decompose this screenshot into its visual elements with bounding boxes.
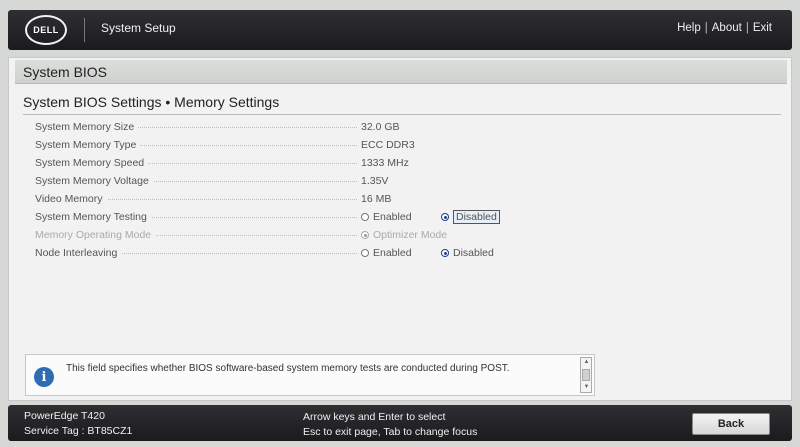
setting-label: Node Interleaving [35, 247, 122, 259]
setting-row-memory-speed: System Memory Speed 1333 MHz [35, 154, 775, 172]
setting-label: System Memory Size [35, 121, 139, 133]
memory-testing-disabled-option[interactable]: Disabled [441, 210, 521, 224]
radio-button-selected [361, 231, 369, 239]
about-link[interactable]: About [712, 22, 742, 34]
scroll-down-icon[interactable]: ▼ [582, 383, 591, 392]
setting-label: System Memory Voltage [35, 175, 153, 187]
setting-row-memory-type: System Memory Type ECC DDR3 [35, 136, 775, 154]
node-interleaving-enabled-option[interactable]: Enabled [361, 247, 441, 259]
section-bar: System BIOS [15, 60, 787, 84]
radio-label: Enabled [373, 211, 412, 223]
setting-row-node-interleaving: Node Interleaving Enabled Disabled [35, 244, 775, 262]
setting-label: Video Memory [35, 193, 107, 205]
optimizer-mode-option: Optimizer Mode [361, 229, 481, 241]
setting-value: 32.0 GB [361, 121, 400, 133]
setting-label: System Memory Type [35, 139, 141, 151]
setting-row-memory-operating-mode: Memory Operating Mode Optimizer Mode [35, 226, 775, 244]
setting-row-memory-size: System Memory Size 32.0 GB [35, 118, 775, 136]
dell-logo: DELL [25, 15, 67, 45]
radio-button[interactable] [361, 213, 369, 221]
header-divider [84, 18, 85, 42]
scroll-up-icon[interactable]: ▲ [582, 358, 591, 367]
setting-value: 1.35V [361, 175, 389, 187]
setting-label: System Memory Speed [35, 157, 149, 169]
app-title: System Setup [101, 21, 176, 35]
footer-bar: PowerEdge T420 Service Tag : BT85CZ1 Arr… [8, 405, 792, 441]
radio-button-selected[interactable] [441, 213, 449, 221]
node-interleaving-disabled-option[interactable]: Disabled [441, 247, 521, 259]
exit-link[interactable]: Exit [753, 22, 772, 34]
settings-list: System Memory Size 32.0 GB System Memory… [35, 118, 775, 262]
info-icon: i [34, 367, 54, 387]
back-button[interactable]: Back [692, 413, 770, 435]
key-hint-exit: Esc to exit page, Tab to change focus [303, 426, 478, 438]
setting-value: ECC DDR3 [361, 139, 415, 151]
header-bar: DELL System Setup Help | About | Exit [8, 10, 792, 50]
key-hint-select: Arrow keys and Enter to select [303, 411, 446, 423]
setting-value: 16 MB [361, 193, 392, 205]
radio-label: Disabled [453, 247, 494, 259]
link-separator: | [704, 22, 708, 34]
main-panel: System BIOS System BIOS Settings • Memor… [8, 57, 792, 401]
node-interleaving-radio-group: Enabled Disabled [361, 247, 521, 259]
radio-label: Disabled [453, 210, 500, 224]
setting-label: Memory Operating Mode [35, 229, 156, 241]
radio-label: Enabled [373, 247, 412, 259]
operating-mode-radio-group: Optimizer Mode [361, 229, 481, 241]
title-divider [23, 114, 781, 115]
help-text: This field specifies whether BIOS softwa… [66, 363, 510, 374]
help-scrollbar[interactable]: ▲ ▼ [580, 357, 592, 393]
section-title: System BIOS [23, 64, 108, 80]
radio-button-selected[interactable] [441, 249, 449, 257]
setting-row-video-memory: Video Memory 16 MB [35, 190, 775, 208]
setting-label: System Memory Testing [35, 211, 151, 223]
radio-button[interactable] [361, 249, 369, 257]
link-separator: | [745, 22, 749, 34]
memory-testing-radio-group: Enabled Disabled [361, 210, 521, 224]
setting-row-memory-voltage: System Memory Voltage 1.35V [35, 172, 775, 190]
help-box: i This field specifies whether BIOS soft… [25, 354, 595, 396]
help-link[interactable]: Help [677, 22, 701, 34]
header-links: Help | About | Exit [677, 22, 772, 34]
system-model: PowerEdge T420 [24, 410, 105, 422]
page-title: System BIOS Settings • Memory Settings [23, 94, 280, 110]
scroll-thumb[interactable] [582, 369, 590, 381]
setting-value: 1333 MHz [361, 157, 409, 169]
memory-testing-enabled-option[interactable]: Enabled [361, 211, 441, 223]
service-tag: Service Tag : BT85CZ1 [24, 425, 133, 437]
setting-row-memory-testing: System Memory Testing Enabled Disabled [35, 208, 775, 226]
radio-label: Optimizer Mode [373, 229, 448, 241]
